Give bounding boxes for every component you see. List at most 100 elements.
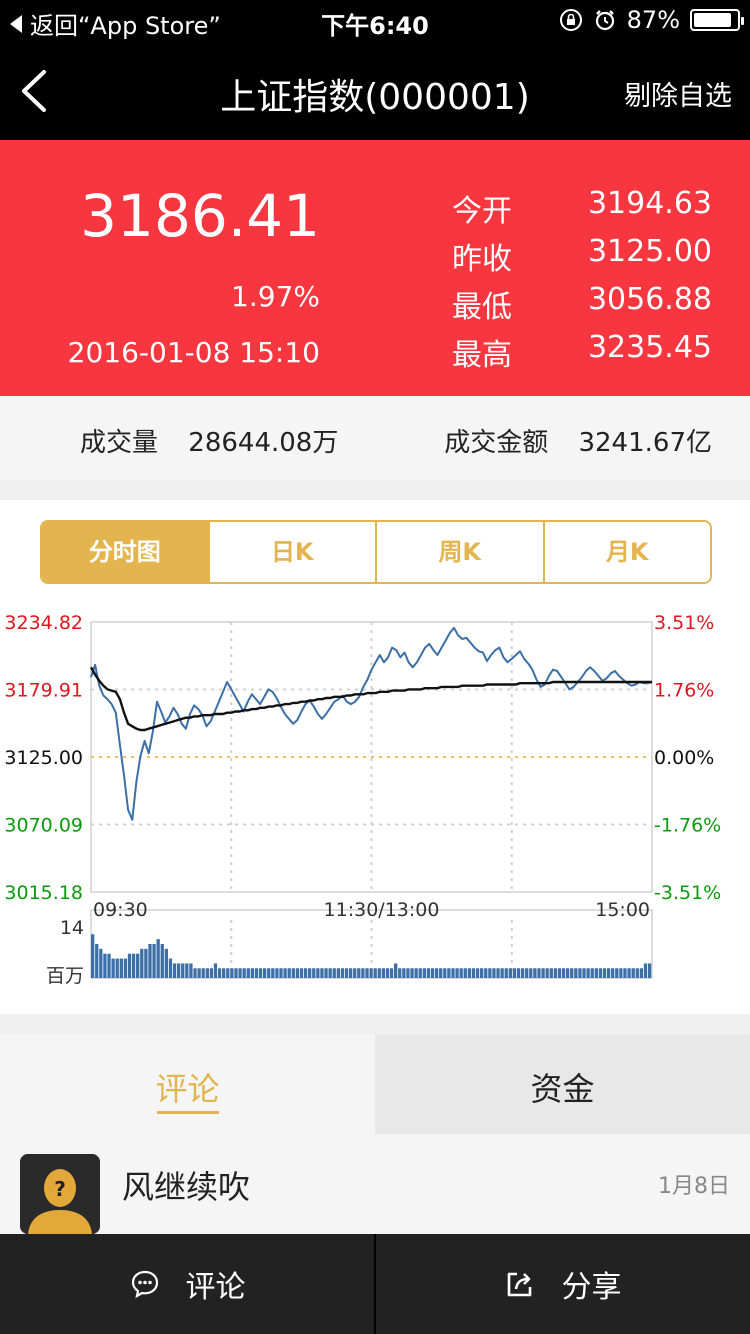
volume-bar: [308, 968, 312, 978]
volume-bar: [541, 968, 545, 978]
volume-bar: [250, 968, 254, 978]
volume-bar: [377, 968, 381, 978]
volume-bar: [394, 963, 398, 978]
volume-bar: [205, 968, 209, 978]
volume-bar: [312, 968, 316, 978]
volume-bar: [570, 968, 574, 978]
y-right-tick-label: 0.00%: [654, 747, 714, 769]
chat-bubble-icon: [131, 1270, 158, 1299]
volume-bar: [549, 968, 553, 978]
volume-bar: [504, 968, 508, 978]
volume-bar: [95, 944, 99, 978]
volume-bar: [529, 968, 533, 978]
volume-bar: [271, 968, 275, 978]
comment-button-label: 评论: [185, 1270, 246, 1305]
volume-bar: [578, 968, 582, 978]
volume-bar: [353, 968, 357, 978]
volume-max-label: 14: [60, 917, 84, 939]
x-tick-label: 15:00: [595, 899, 650, 921]
volume-bar: [332, 968, 336, 978]
amount-value: 3241.67亿: [578, 428, 712, 458]
volume-bar: [246, 968, 250, 978]
volume-bar: [222, 968, 226, 978]
volume-bar: [602, 968, 607, 978]
x-tick-label: 09:30: [93, 899, 148, 921]
volume-value: 28644.08万: [188, 428, 339, 458]
comment-item[interactable]: ? 风继续吹 1月8日: [0, 1134, 750, 1234]
volume-bar: [234, 968, 238, 978]
active-tab-underline: [157, 1111, 219, 1114]
volume-bar: [635, 968, 639, 978]
volume-bar: [488, 968, 492, 978]
volume-bar: [287, 968, 291, 978]
volume-bar: [590, 968, 594, 978]
volume-bar: [275, 968, 279, 978]
volume-bar: [451, 968, 455, 978]
volume-bar: [320, 968, 324, 978]
volume-bar: [594, 968, 598, 978]
volume-bar: [484, 968, 488, 978]
volume-bar: [369, 968, 373, 978]
volume-bar: [340, 968, 345, 978]
volume-label: 成交量: [80, 428, 159, 458]
tab-daily-k[interactable]: 日K: [207, 522, 375, 582]
volume-bar: [99, 948, 103, 978]
volume-bar: [398, 968, 402, 978]
volume-bar: [172, 963, 177, 978]
volume-bar: [373, 968, 377, 978]
volume-bar: [619, 968, 623, 978]
volume-bar: [471, 968, 476, 978]
volume-bar: [406, 968, 410, 978]
volume-bar: [258, 968, 263, 978]
volume-bar: [647, 963, 652, 978]
current-price: 3186.41: [80, 182, 320, 250]
volume-bar: [299, 968, 304, 978]
y-left-tick-label: 3070.09: [4, 815, 83, 837]
content-tabs: 评论 资金: [0, 1034, 750, 1134]
comment-username: 风继续吹: [122, 1168, 251, 1206]
volume-bar: [316, 968, 320, 978]
y-right-tick-label: -3.51%: [654, 882, 721, 904]
share-button-label: 分享: [561, 1270, 622, 1305]
comment-date: 1月8日: [658, 1174, 730, 1199]
volume-bar: [103, 953, 107, 978]
volume-bar: [131, 953, 136, 978]
tab-weekly-k[interactable]: 周K: [375, 522, 543, 582]
intraday-chart[interactable]: 3234.82 3179.91 3125.00 3070.09 3015.18 3.51%…: [0, 590, 750, 1014]
tab-monthly-k[interactable]: 月K: [542, 522, 710, 582]
volume-bar: [176, 963, 181, 978]
volume-bar: [91, 934, 95, 978]
comment-button[interactable]: 评论: [0, 1234, 375, 1334]
chart-panel: 分时图 日K 周K 月K 3234.82 3179.91 3125.00 3070.0…: [0, 500, 750, 1014]
volume-bar: [533, 968, 537, 978]
battery-level: [694, 13, 731, 27]
volume-bar: [262, 968, 267, 978]
volume-bar: [430, 968, 435, 978]
volume-summary: 成交量 28644.08万 成交金额 3241.67亿: [0, 396, 750, 480]
volume-bar: [197, 968, 201, 978]
volume-bar: [238, 968, 242, 978]
share-icon: [507, 1272, 531, 1297]
share-button[interactable]: 分享: [375, 1234, 750, 1334]
volume-bar: [639, 968, 644, 978]
volume-bar: [463, 968, 467, 978]
remove-watchlist-button[interactable]: 剔除自选: [624, 74, 732, 113]
volume-bar: [566, 968, 570, 978]
tab-intraday[interactable]: 分时图: [42, 522, 208, 582]
y-right-tick-label: 3.51%: [654, 612, 714, 634]
bottom-bar-divider: [374, 1234, 376, 1334]
volume-bar: [512, 968, 517, 978]
avatar[interactable]: ?: [20, 1154, 100, 1234]
x-tick-label: 11:30/13:00: [324, 899, 440, 921]
tab-funds[interactable]: 资金: [375, 1034, 750, 1134]
quote-panel: 3186.41 1.97% 2016-01-08 15:10 今开 3194.6…: [0, 140, 750, 396]
volume-bar: [426, 968, 431, 978]
volume-bar: [455, 968, 459, 978]
volume-bar: [439, 968, 443, 978]
volume-bar: [181, 963, 185, 978]
volume-bar: [357, 968, 361, 978]
amount-label: 成交金额: [444, 428, 549, 458]
volume-bar: [164, 948, 169, 978]
tab-comments[interactable]: 评论: [0, 1034, 375, 1134]
volume-bar: [557, 968, 562, 978]
